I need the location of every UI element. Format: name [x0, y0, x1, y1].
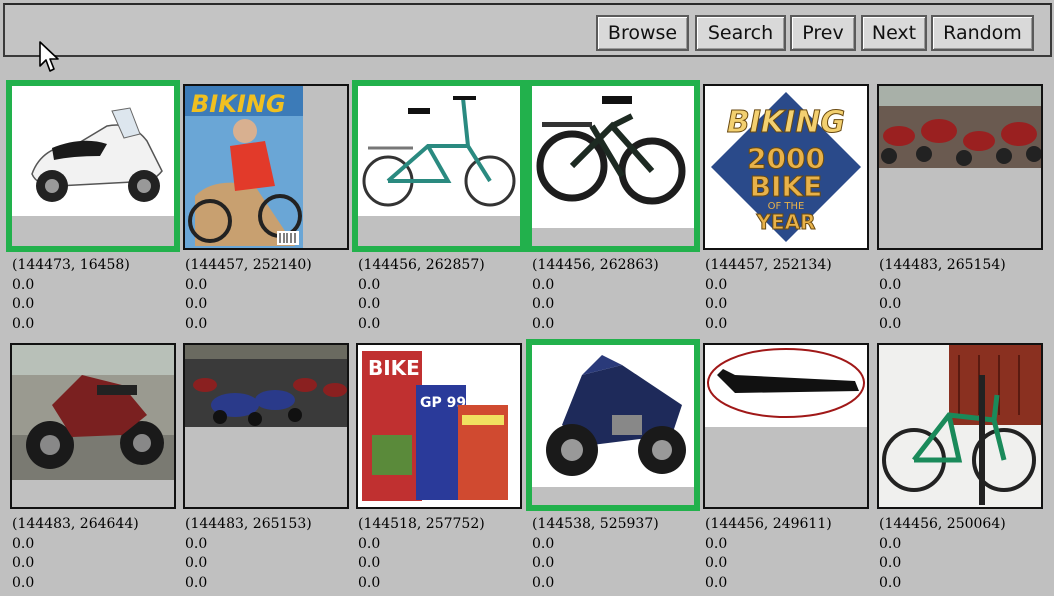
- item-id: (144457, 252140): [185, 257, 312, 273]
- item-caption: (144456, 249611) 0.0 0.0 0.0: [705, 515, 832, 593]
- item-id: (144456, 262863): [532, 257, 659, 273]
- item-value: 0.0: [12, 555, 35, 571]
- item-value: 0.0: [358, 296, 381, 312]
- item-caption: (144483, 264644) 0.0 0.0 0.0: [12, 515, 139, 593]
- item-value: 0.0: [358, 535, 381, 552]
- item-value: 0.0: [879, 535, 902, 552]
- thumbnail-bike-of-year[interactable]: BIKING 2000 BIKE OF THE YEAR: [703, 84, 869, 250]
- item-value: 0.0: [705, 574, 728, 591]
- item-id: (144456, 250064): [879, 516, 1006, 532]
- logo-title: BIKING: [727, 105, 845, 140]
- thumbnail-parking[interactable]: [877, 84, 1043, 250]
- bike-of-year-logo-image: BIKING 2000 BIKE OF THE YEAR: [705, 86, 867, 248]
- item-value: 0.0: [532, 574, 555, 591]
- random-button[interactable]: Random: [931, 15, 1034, 51]
- item-value: 0.0: [185, 276, 208, 293]
- search-button[interactable]: Search: [695, 15, 786, 51]
- item-value: 0.0: [12, 296, 35, 312]
- mouse-pointer-icon: [39, 41, 59, 72]
- item-value: 0.0: [705, 296, 728, 312]
- item-caption: (144538, 525937) 0.0 0.0 0.0: [532, 515, 659, 593]
- item-caption: (144483, 265154) 0.0 0.0 0.0: [879, 256, 1006, 334]
- item-value: 0.0: [12, 276, 35, 293]
- thumbnail-motorcycle-rows[interactable]: [183, 343, 349, 509]
- gp-magazines-image: BIKE GP 99: [358, 345, 520, 507]
- item-value: 0.0: [185, 574, 208, 591]
- thumbnail-blue-motorcycle[interactable]: [526, 339, 700, 511]
- thumbnail-black-folding-bike[interactable]: [526, 80, 700, 252]
- item-value: 0.0: [705, 276, 728, 293]
- magazine-cover-image: BIKING: [185, 86, 347, 248]
- red-motorcycle-image: [12, 345, 174, 480]
- item-value: 0.0: [879, 555, 902, 571]
- motorcycle-parking-image: [879, 86, 1041, 168]
- item-value: 0.0: [12, 574, 35, 591]
- blue-motorcycle-image: [532, 345, 694, 487]
- item-id: (144473, 16458): [12, 257, 130, 273]
- item-id: (144456, 262857): [358, 257, 485, 273]
- thumbnail-red-motorcycle[interactable]: [10, 343, 176, 509]
- folding-bike-image: [358, 86, 520, 216]
- item-value: 0.0: [879, 574, 902, 591]
- logo-bike: BIKE: [750, 170, 823, 203]
- item-value: 0.0: [185, 555, 208, 571]
- scooter-image: [12, 86, 174, 216]
- magazine-title: BIKING: [191, 90, 286, 118]
- item-value: 0.0: [879, 276, 902, 293]
- next-button[interactable]: Next: [861, 15, 927, 51]
- item-id: (144518, 257752): [358, 516, 485, 532]
- item-caption: (144457, 252140) 0.0 0.0 0.0: [185, 256, 312, 334]
- item-id: (144457, 252134): [705, 257, 832, 273]
- thumbnail-gp-magazines[interactable]: BIKE GP 99: [356, 343, 522, 509]
- item-id: (144456, 249611): [705, 516, 832, 532]
- black-folding-bike-image: [532, 86, 694, 228]
- item-value: 0.0: [358, 574, 381, 591]
- item-value: 0.0: [358, 315, 381, 332]
- item-value: 0.0: [879, 315, 902, 332]
- item-caption: (144456, 262863) 0.0 0.0 0.0: [532, 256, 659, 334]
- gp-magazine-title: BIKE: [368, 356, 420, 380]
- item-value: 0.0: [185, 296, 208, 312]
- thumbnail-magazine[interactable]: BIKING: [183, 84, 349, 250]
- item-caption: (144473, 16458) 0.0 0.0 0.0: [12, 256, 130, 334]
- prev-button[interactable]: Prev: [790, 15, 856, 51]
- thumbnail-saddle-tool[interactable]: [703, 343, 869, 509]
- item-caption: (144483, 265153) 0.0 0.0 0.0: [185, 515, 312, 593]
- browse-button[interactable]: Browse: [596, 15, 689, 51]
- item-value: 0.0: [185, 535, 208, 552]
- item-value: 0.0: [705, 535, 728, 552]
- item-value: 0.0: [12, 315, 35, 332]
- saddle-tool-image: [705, 345, 867, 427]
- item-id: (144483, 265154): [879, 257, 1006, 273]
- thumbnail-green-bike[interactable]: [877, 343, 1043, 509]
- item-value: 0.0: [532, 535, 555, 552]
- item-id: (144538, 525937): [532, 516, 659, 532]
- item-value: 0.0: [12, 535, 35, 552]
- item-caption: (144456, 250064) 0.0 0.0 0.0: [879, 515, 1006, 593]
- item-value: 0.0: [705, 315, 728, 332]
- toolbar: Browse Search Prev Next Random: [3, 3, 1052, 57]
- item-caption: (144457, 252134) 0.0 0.0 0.0: [705, 256, 832, 334]
- thumbnail-scooter[interactable]: [6, 80, 180, 252]
- green-bike-image: [879, 345, 1041, 507]
- item-value: 0.0: [532, 296, 555, 312]
- item-value: 0.0: [185, 315, 208, 332]
- item-value: 0.0: [358, 555, 381, 571]
- item-value: 0.0: [532, 276, 555, 293]
- item-caption: (144456, 262857) 0.0 0.0 0.0: [358, 256, 485, 334]
- item-id: (144483, 265153): [185, 516, 312, 532]
- item-id: (144483, 264644): [12, 516, 139, 532]
- item-value: 0.0: [532, 555, 555, 571]
- item-value: 0.0: [879, 296, 902, 312]
- logo-year-word: YEAR: [755, 210, 815, 234]
- item-value: 0.0: [358, 276, 381, 293]
- item-caption: (144518, 257752) 0.0 0.0 0.0: [358, 515, 485, 593]
- item-value: 0.0: [705, 555, 728, 571]
- item-value: 0.0: [532, 315, 555, 332]
- thumbnail-folding-bike[interactable]: [352, 80, 526, 252]
- motorcycle-rows-image: [185, 345, 347, 427]
